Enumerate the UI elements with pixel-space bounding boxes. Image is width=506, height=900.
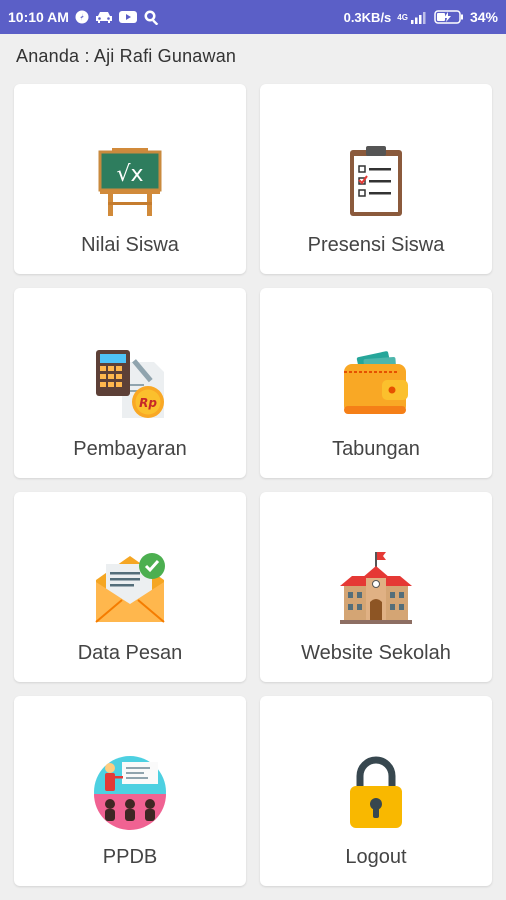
calculator-rp-icon: Rp xyxy=(92,346,168,422)
envelope-check-icon xyxy=(92,550,168,626)
menu-tabungan[interactable]: Tabungan xyxy=(260,288,492,478)
menu-label: Nilai Siswa xyxy=(81,234,179,256)
menu-label: PPDB xyxy=(102,846,158,868)
menu-nilai-siswa[interactable]: √x Nilai Siswa xyxy=(14,84,246,274)
svg-text:Rp: Rp xyxy=(139,396,157,410)
wallet-icon xyxy=(338,346,414,422)
padlock-icon xyxy=(338,754,414,830)
status-time: 10:10 AM xyxy=(8,9,69,25)
svg-text:√x: √x xyxy=(116,162,143,187)
network-speed: 0.3KB/s xyxy=(343,9,392,25)
menu-logout[interactable]: Logout xyxy=(260,696,492,886)
menu-presensi-siswa[interactable]: Presensi Siswa xyxy=(260,84,492,274)
student-greeting: Ananda : Aji Rafi Gunawan xyxy=(16,46,237,66)
menu-label: Pembayaran xyxy=(73,438,187,460)
menu-label: Website Sekolah xyxy=(301,642,451,664)
menu-ppdb[interactable]: PPDB xyxy=(14,696,246,886)
menu-label: Tabungan xyxy=(332,438,420,460)
battery-level: 34% xyxy=(469,9,498,25)
car-icon xyxy=(95,10,113,24)
menu-label: Logout xyxy=(345,846,407,868)
menu-label: Presensi Siswa xyxy=(307,234,445,256)
search-icon xyxy=(143,9,159,25)
chalkboard-sqrt-icon: √x xyxy=(92,142,168,218)
menu-label: Data Pesan xyxy=(77,642,183,664)
status-bar: 10:10 AM 0.3KB/s 4G 34% xyxy=(0,0,506,34)
clipboard-checklist-icon xyxy=(338,142,414,218)
classroom-presentation-icon xyxy=(92,754,168,830)
battery-charging-icon xyxy=(434,10,464,24)
menu-data-pesan[interactable]: Data Pesan xyxy=(14,492,246,682)
network-type: 4G xyxy=(397,12,408,22)
menu-website-sekolah[interactable]: Website Sekolah xyxy=(260,492,492,682)
signal-icon xyxy=(410,10,428,24)
school-building-icon xyxy=(338,550,414,626)
shield-icon xyxy=(75,10,89,24)
youtube-icon xyxy=(118,10,137,24)
menu-pembayaran[interactable]: Rp Pembayaran xyxy=(14,288,246,478)
menu-grid: √x Nilai Siswa Presensi Siswa Rp Pembaya… xyxy=(14,84,492,886)
